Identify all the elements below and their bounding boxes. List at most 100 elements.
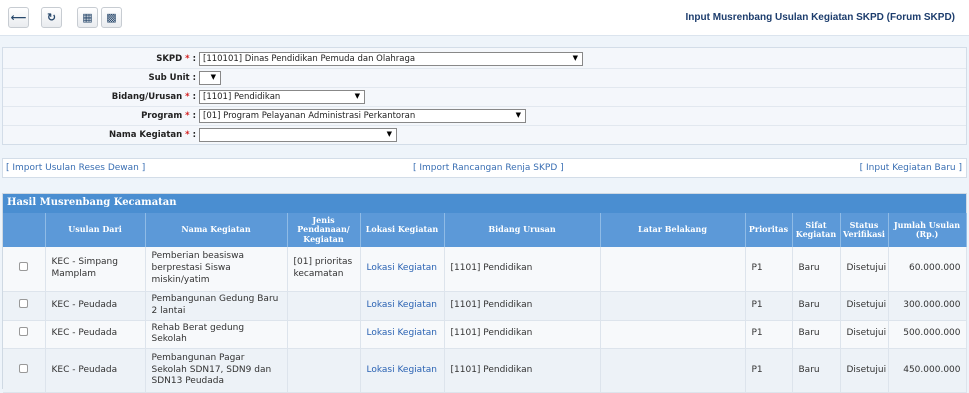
chevron-down-icon: ▼ [515, 111, 521, 119]
table-header-row: Usulan Dari Nama Kegiatan Jenis Pendanaa… [3, 213, 967, 247]
program-row: Program * : [01] Program Pelayanan Admin… [3, 107, 966, 126]
jenis-pendanaan-cell: [01] prioritas kecamatan [287, 247, 361, 292]
page-title: Input Musrenbang Usulan Kegiatan SKPD (F… [685, 12, 955, 23]
program-select[interactable]: [01] Program Pelayanan Administrasi Perk… [199, 109, 526, 123]
column-header: Prioritas [745, 213, 793, 247]
usulan-dari-cell: KEC - Peudada [45, 348, 146, 393]
calculator-button[interactable]: ▦ [77, 7, 98, 28]
bidang-urusan-cell: [1101] Pendidikan [444, 320, 601, 349]
input-kegiatan-baru-link[interactable]: [ Input Kegiatan Baru ] [860, 163, 962, 173]
sub-unit-row: Sub Unit : ▼ [3, 69, 966, 88]
chevron-down-icon: ▼ [354, 92, 360, 100]
import-reses-link[interactable]: [ Import Usulan Reses Dewan ] [6, 163, 145, 173]
jenis-pendanaan-cell [287, 320, 361, 349]
bidang-row: Bidang/Urusan * : [1101] Pendidikan ▼ [3, 88, 966, 107]
sifat-cell: Baru [792, 320, 841, 349]
chevron-down-icon: ▼ [386, 130, 392, 138]
row-checkbox[interactable] [19, 327, 29, 337]
bidang-label: Bidang/Urusan * : [111, 92, 196, 102]
table-row[interactable]: KEC - Simpang Mamplam Pemberian beasiswa… [3, 247, 967, 292]
bidang-select[interactable]: [1101] Pendidikan ▼ [199, 90, 365, 104]
results-title: Hasil Musrenbang Kecamatan [3, 194, 966, 213]
kegiatan-select[interactable]: ▼ [199, 128, 397, 142]
row-select-cell [3, 291, 46, 321]
sub-unit-select[interactable]: ▼ [199, 71, 221, 85]
results-panel: Hasil Musrenbang Kecamatan Usulan Dari N… [2, 193, 967, 393]
skpd-select[interactable]: [110101] Dinas Pendidikan Pemuda dan Ola… [199, 52, 583, 66]
calculator-icon: ▦ [82, 11, 93, 24]
program-label: Program * : [141, 111, 196, 121]
usulan-dari-cell: KEC - Simpang Mamplam [45, 247, 146, 292]
skpd-label: SKPD * : [156, 54, 196, 64]
column-header: Bidang Urusan [444, 213, 601, 247]
jumlah-cell: 300.000.000 [888, 291, 967, 321]
latar-belakang-cell [600, 291, 746, 321]
bidang-urusan-cell: [1101] Pendidikan [444, 348, 601, 393]
status-cell: Disetujui [840, 320, 889, 349]
prioritas-cell: P1 [745, 247, 793, 292]
row-checkbox[interactable] [19, 298, 29, 308]
row-checkbox[interactable] [19, 261, 29, 271]
lokasi-cell: Lokasi Kegiatan [360, 247, 445, 292]
latar-belakang-cell [600, 247, 746, 292]
latar-belakang-cell [600, 348, 746, 393]
row-select-cell [3, 320, 46, 349]
status-cell: Disetujui [840, 247, 889, 292]
import-renja-link[interactable]: [ Import Rancangan Renja SKPD ] [413, 163, 564, 173]
select-column-header [3, 213, 46, 247]
column-header: Usulan Dari [45, 213, 146, 247]
nama-kegiatan-cell: Pembangunan Pagar Sekolah SDN17, SDN9 da… [145, 348, 288, 393]
nama-kegiatan-cell: Rehab Berat gedung Sekolah [145, 320, 288, 349]
table-row[interactable]: KEC - Peudada Pembangunan Pagar Sekolah … [3, 348, 967, 393]
chevron-down-icon: ▼ [572, 54, 578, 62]
lokasi-cell: Lokasi Kegiatan [360, 291, 445, 321]
refresh-button[interactable]: ↻ [41, 7, 62, 28]
lokasi-kegiatan-link[interactable]: Lokasi Kegiatan [367, 263, 437, 273]
lokasi-kegiatan-link[interactable]: Lokasi Kegiatan [367, 300, 437, 310]
row-select-cell [3, 247, 46, 292]
jenis-pendanaan-cell [287, 348, 361, 393]
jumlah-cell: 450.000.000 [888, 348, 967, 393]
lokasi-cell: Lokasi Kegiatan [360, 348, 445, 393]
refresh-icon: ↻ [46, 11, 57, 24]
column-header: Jumlah Usulan (Rp.) [888, 213, 967, 247]
sifat-cell: Baru [792, 291, 841, 321]
column-header: Nama Kegiatan [145, 213, 288, 247]
prioritas-cell: P1 [745, 291, 793, 321]
top-toolbar: ⟵ ↻ ▦ ▩ Input Musrenbang Usulan Kegiatan… [0, 0, 969, 36]
status-cell: Disetujui [840, 348, 889, 393]
jenis-pendanaan-cell [287, 291, 361, 321]
lokasi-kegiatan-link[interactable]: Lokasi Kegiatan [367, 365, 437, 375]
column-header: Latar Belakang [600, 213, 746, 247]
bidang-urusan-cell: [1101] Pendidikan [444, 291, 601, 321]
chevron-down-icon: ▼ [210, 73, 216, 81]
lokasi-kegiatan-link[interactable]: Lokasi Kegiatan [367, 328, 437, 338]
row-select-cell [3, 348, 46, 393]
skpd-row: SKPD * : [110101] Dinas Pendidikan Pemud… [3, 50, 966, 69]
prioritas-cell: P1 [745, 320, 793, 349]
lokasi-cell: Lokasi Kegiatan [360, 320, 445, 349]
filter-form: SKPD * : [110101] Dinas Pendidikan Pemud… [2, 47, 967, 145]
table-row[interactable]: KEC - Peudada Pembangunan Gedung Baru 2 … [3, 291, 967, 321]
usulan-dari-cell: KEC - Peudada [45, 291, 146, 321]
column-header: Jenis Pendanaan/ Kegiatan [287, 213, 361, 247]
jumlah-cell: 60.000.000 [888, 247, 967, 292]
prioritas-cell: P1 [745, 348, 793, 393]
save-icon: ▩ [106, 11, 117, 24]
back-button[interactable]: ⟵ [8, 7, 29, 28]
kegiatan-row: Nama Kegiatan * : ▼ [3, 126, 966, 145]
results-table: Usulan Dari Nama Kegiatan Jenis Pendanaa… [3, 213, 967, 393]
arrow-left-icon: ⟵ [10, 11, 27, 24]
sifat-cell: Baru [792, 247, 841, 292]
usulan-dari-cell: KEC - Peudada [45, 320, 146, 349]
kegiatan-label: Nama Kegiatan * : [109, 130, 196, 140]
column-header: Sifat Kegiatan [792, 213, 841, 247]
jumlah-cell: 500.000.000 [888, 320, 967, 349]
latar-belakang-cell [600, 320, 746, 349]
table-row[interactable]: KEC - Peudada Rehab Berat gedung Sekolah… [3, 320, 967, 349]
column-header: Lokasi Kegiatan [360, 213, 445, 247]
row-checkbox[interactable] [19, 363, 29, 373]
nama-kegiatan-cell: Pemberian beasiswa berprestasi Siswa mis… [145, 247, 288, 292]
nama-kegiatan-cell: Pembangunan Gedung Baru 2 lantai [145, 291, 288, 321]
save-button[interactable]: ▩ [101, 7, 122, 28]
